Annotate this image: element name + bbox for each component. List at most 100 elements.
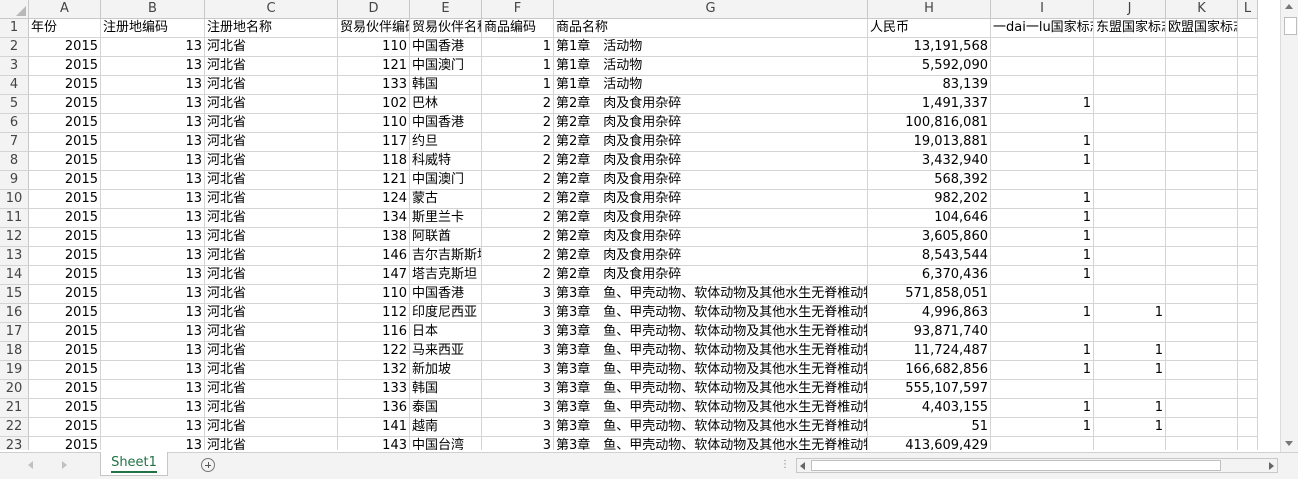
cell-h23[interactable]: 413,609,429: [868, 437, 991, 450]
cell-h20[interactable]: 555,107,597: [868, 380, 991, 399]
cell-a14[interactable]: 2015: [29, 266, 101, 285]
cell-b1[interactable]: 注册地编码: [101, 19, 205, 38]
cell-l7[interactable]: [1238, 133, 1258, 152]
cell-d2[interactable]: 110: [338, 38, 410, 57]
cell-a16[interactable]: 2015: [29, 304, 101, 323]
cell-j10[interactable]: [1094, 190, 1166, 209]
cell-d8[interactable]: 118: [338, 152, 410, 171]
cell-f13[interactable]: 2: [482, 247, 554, 266]
cell-i7[interactable]: 1: [991, 133, 1094, 152]
cell-a7[interactable]: 2015: [29, 133, 101, 152]
cell-c19[interactable]: 河北省: [205, 361, 338, 380]
cell-h16[interactable]: 4,996,863: [868, 304, 991, 323]
cell-j22[interactable]: 1: [1094, 418, 1166, 437]
cell-g20[interactable]: 第3章 鱼、甲壳动物、软体动物及其他水生无脊椎动物: [554, 380, 868, 399]
row-header[interactable]: 22: [0, 418, 29, 437]
cell-i23[interactable]: [991, 437, 1094, 450]
cell-j13[interactable]: [1094, 247, 1166, 266]
cell-k13[interactable]: [1166, 247, 1238, 266]
cell-b22[interactable]: 13: [101, 418, 205, 437]
cell-l17[interactable]: [1238, 323, 1258, 342]
cell-g7[interactable]: 第2章 肉及食用杂碎: [554, 133, 868, 152]
cell-k16[interactable]: [1166, 304, 1238, 323]
cell-j23[interactable]: [1094, 437, 1166, 450]
cell-e20[interactable]: 韩国: [410, 380, 482, 399]
cell-e18[interactable]: 马来西亚: [410, 342, 482, 361]
cell-i6[interactable]: [991, 114, 1094, 133]
cell-a22[interactable]: 2015: [29, 418, 101, 437]
cell-c6[interactable]: 河北省: [205, 114, 338, 133]
column-header-c[interactable]: C: [205, 0, 338, 19]
cell-d3[interactable]: 121: [338, 57, 410, 76]
cell-a15[interactable]: 2015: [29, 285, 101, 304]
cell-h15[interactable]: 571,858,051: [868, 285, 991, 304]
column-header-g[interactable]: G: [554, 0, 868, 19]
cell-l20[interactable]: [1238, 380, 1258, 399]
cell-j17[interactable]: [1094, 323, 1166, 342]
cell-k10[interactable]: [1166, 190, 1238, 209]
row-header[interactable]: 4: [0, 76, 29, 95]
row-header[interactable]: 1: [0, 19, 29, 38]
row-header[interactable]: 18: [0, 342, 29, 361]
row-header[interactable]: 19: [0, 361, 29, 380]
cell-h6[interactable]: 100,816,081: [868, 114, 991, 133]
cell-a18[interactable]: 2015: [29, 342, 101, 361]
next-sheet-arrow-icon[interactable]: [62, 461, 67, 469]
cell-e1[interactable]: 贸易伙伴名称: [410, 19, 482, 38]
cell-b9[interactable]: 13: [101, 171, 205, 190]
cell-l8[interactable]: [1238, 152, 1258, 171]
cell-g13[interactable]: 第2章 肉及食用杂碎: [554, 247, 868, 266]
cell-k20[interactable]: [1166, 380, 1238, 399]
cell-k2[interactable]: [1166, 38, 1238, 57]
cell-g2[interactable]: 第1章 活动物: [554, 38, 868, 57]
cell-k23[interactable]: [1166, 437, 1238, 450]
cell-b11[interactable]: 13: [101, 209, 205, 228]
cell-g3[interactable]: 第1章 活动物: [554, 57, 868, 76]
cell-i16[interactable]: 1: [991, 304, 1094, 323]
cell-k21[interactable]: [1166, 399, 1238, 418]
cell-g17[interactable]: 第3章 鱼、甲壳动物、软体动物及其他水生无脊椎动物: [554, 323, 868, 342]
cell-d20[interactable]: 133: [338, 380, 410, 399]
cell-k11[interactable]: [1166, 209, 1238, 228]
cell-h1[interactable]: 人民币: [868, 19, 991, 38]
cell-j3[interactable]: [1094, 57, 1166, 76]
cell-e3[interactable]: 中国澳门: [410, 57, 482, 76]
cell-c14[interactable]: 河北省: [205, 266, 338, 285]
cell-g5[interactable]: 第2章 肉及食用杂碎: [554, 95, 868, 114]
cell-a23[interactable]: 2015: [29, 437, 101, 450]
cell-g10[interactable]: 第2章 肉及食用杂碎: [554, 190, 868, 209]
row-header[interactable]: 12: [0, 228, 29, 247]
cell-b14[interactable]: 13: [101, 266, 205, 285]
cell-l6[interactable]: [1238, 114, 1258, 133]
cell-k5[interactable]: [1166, 95, 1238, 114]
row-header[interactable]: 7: [0, 133, 29, 152]
cell-f18[interactable]: 3: [482, 342, 554, 361]
cell-d5[interactable]: 102: [338, 95, 410, 114]
cell-a20[interactable]: 2015: [29, 380, 101, 399]
cell-k3[interactable]: [1166, 57, 1238, 76]
row-header[interactable]: 5: [0, 95, 29, 114]
add-sheet-icon[interactable]: [201, 458, 215, 472]
cell-a17[interactable]: 2015: [29, 323, 101, 342]
cell-k19[interactable]: [1166, 361, 1238, 380]
cell-c9[interactable]: 河北省: [205, 171, 338, 190]
cell-k15[interactable]: [1166, 285, 1238, 304]
cell-d4[interactable]: 133: [338, 76, 410, 95]
cell-c1[interactable]: 注册地名称: [205, 19, 338, 38]
row-header[interactable]: 10: [0, 190, 29, 209]
cell-e19[interactable]: 新加坡: [410, 361, 482, 380]
cell-j2[interactable]: [1094, 38, 1166, 57]
cell-e10[interactable]: 蒙古: [410, 190, 482, 209]
cell-l9[interactable]: [1238, 171, 1258, 190]
cell-e11[interactable]: 斯里兰卡: [410, 209, 482, 228]
cell-i21[interactable]: 1: [991, 399, 1094, 418]
cell-h21[interactable]: 4,403,155: [868, 399, 991, 418]
cell-h4[interactable]: 83,139: [868, 76, 991, 95]
cell-f1[interactable]: 商品编码: [482, 19, 554, 38]
cell-f5[interactable]: 2: [482, 95, 554, 114]
cell-b18[interactable]: 13: [101, 342, 205, 361]
cell-f17[interactable]: 3: [482, 323, 554, 342]
cell-f19[interactable]: 3: [482, 361, 554, 380]
cell-k17[interactable]: [1166, 323, 1238, 342]
cell-l4[interactable]: [1238, 76, 1258, 95]
